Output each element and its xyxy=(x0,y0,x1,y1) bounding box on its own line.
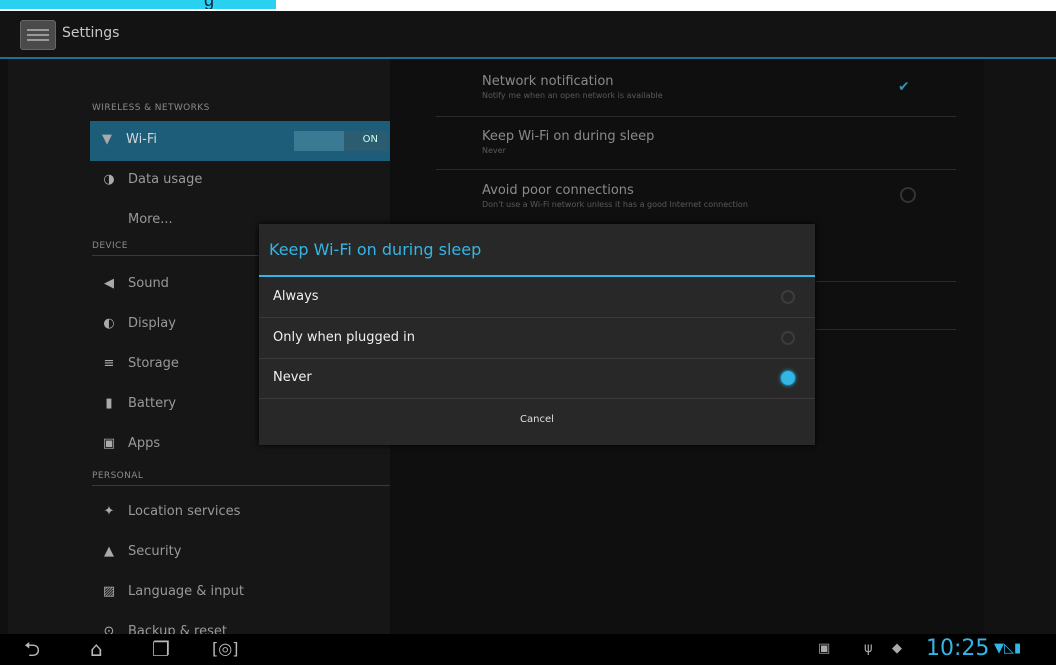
sidebar-item-security[interactable]: ▲ Security xyxy=(92,533,390,573)
radio-button-selected[interactable] xyxy=(781,371,795,385)
setting-network-notification[interactable]: Network notification Notify me when an o… xyxy=(482,74,952,100)
sidebar-item-label: Data usage xyxy=(128,172,203,187)
sidebar-item-label: Storage xyxy=(128,356,179,371)
sidebar-item-label: More... xyxy=(128,212,173,227)
setting-subtitle: Notify me when an open network is availa… xyxy=(482,91,663,100)
toggle-knob xyxy=(294,131,344,151)
recent-apps-icon[interactable]: ❐ xyxy=(152,638,170,660)
tablet-screen: Settings WIRELESS & NETWORKS ▼ Wi-Fi ON … xyxy=(0,11,1056,665)
back-icon[interactable]: ⮌ xyxy=(24,638,40,660)
checkmark-icon[interactable]: ✔ xyxy=(898,79,914,95)
sidebar-item-label: Wi-Fi xyxy=(126,132,158,147)
apps-icon: ▣ xyxy=(102,436,116,451)
checkbox-icon[interactable] xyxy=(900,187,916,203)
backup-icon: ⊙ xyxy=(103,624,115,635)
section-header-device: DEVICE xyxy=(92,241,128,251)
wifi-signal-icon: ▼◺▮ xyxy=(994,641,1022,656)
sidebar-item-label: Battery xyxy=(128,396,177,411)
settings-app-icon[interactable] xyxy=(20,20,56,50)
sidebar-item-label: Apps xyxy=(128,436,161,451)
cancel-button[interactable]: Cancel xyxy=(259,398,815,445)
home-icon[interactable]: ⌂ xyxy=(90,638,103,660)
wifi-toggle[interactable]: ON xyxy=(294,131,388,151)
action-bar: Settings xyxy=(0,11,1056,59)
sidebar-item-data-usage[interactable]: ◑ Data usage xyxy=(92,161,390,201)
keep-wifi-dialog: Keep Wi-Fi on during sleep Always Only w… xyxy=(259,224,815,445)
cancel-label: Cancel xyxy=(520,414,554,425)
sidebar-item-label: Language & input xyxy=(128,584,244,599)
sidebar-item-label: Sound xyxy=(128,276,169,291)
radio-button[interactable] xyxy=(781,331,795,345)
sidebar-item-label: Location services xyxy=(128,504,241,519)
sidebar-item-label: Security xyxy=(128,544,182,559)
setting-avoid-poor-connections[interactable]: Avoid poor connections Don't use a Wi-Fi… xyxy=(482,183,952,209)
speaker-icon: ◀ xyxy=(104,276,114,291)
setting-subtitle: Don't use a Wi-Fi network unless it has … xyxy=(482,200,748,209)
lock-icon: ▲ xyxy=(104,544,114,559)
section-header-wireless: WIRELESS & NETWORKS xyxy=(92,103,210,113)
option-label: Never xyxy=(273,370,312,385)
dialog-title: Keep Wi-Fi on during sleep xyxy=(269,240,482,259)
edge-panel xyxy=(984,59,1056,634)
battery-icon: ▮ xyxy=(105,396,113,411)
setting-divider xyxy=(436,169,956,170)
data-usage-icon: ◑ xyxy=(103,172,115,187)
toggle-state: ON xyxy=(362,134,378,145)
sidebar-item-backup[interactable]: ⊙ Backup & reset xyxy=(92,613,390,634)
radio-button[interactable] xyxy=(781,290,795,304)
top-cyan-strip: g xyxy=(0,0,276,9)
sidebar-item-location[interactable]: ✦ Location services xyxy=(92,493,390,533)
setting-divider xyxy=(436,116,956,117)
display-icon: ◐ xyxy=(103,316,115,331)
option-label: Only when plugged in xyxy=(273,330,415,345)
setting-subtitle: Never xyxy=(482,146,506,155)
top-strip-text: g xyxy=(204,0,214,9)
action-bar-title: Settings xyxy=(62,25,120,41)
option-never[interactable]: Never xyxy=(259,358,815,399)
option-label: Always xyxy=(273,289,319,304)
system-nav-bar: ⮌ ⌂ ❐ [◎] ▣ ψ ◆ 10:25 ▼◺▮ xyxy=(0,634,1056,665)
screenshot-icon[interactable]: [◎] xyxy=(212,638,238,660)
option-always[interactable]: Always xyxy=(259,277,815,318)
sidebar-item-label: Backup & reset xyxy=(128,624,227,634)
sidebar-item-label: Display xyxy=(128,316,176,331)
status-clock[interactable]: 10:25 xyxy=(926,636,989,661)
storage-icon: ≡ xyxy=(103,356,115,371)
wifi-icon: ▼ xyxy=(102,132,112,147)
setting-title: Keep Wi-Fi on during sleep xyxy=(482,129,655,144)
sidebar-item-wifi[interactable]: ▼ Wi-Fi ON xyxy=(90,121,390,161)
notification-icon[interactable]: ▣ xyxy=(818,641,830,656)
location-icon: ✦ xyxy=(103,504,115,519)
section-divider xyxy=(92,485,390,486)
android-debug-icon: ◆ xyxy=(892,641,902,656)
setting-title: Network notification xyxy=(482,74,614,89)
sidebar-item-language[interactable]: ▨ Language & input xyxy=(92,573,390,613)
section-header-personal: PERSONAL xyxy=(92,471,144,481)
option-only-when-plugged[interactable]: Only when plugged in xyxy=(259,318,815,359)
setting-title: Avoid poor connections xyxy=(482,183,634,198)
setting-keep-wifi-on[interactable]: Keep Wi-Fi on during sleep Never xyxy=(482,129,952,155)
language-icon: ▨ xyxy=(102,584,116,599)
usb-icon: ψ xyxy=(864,641,873,656)
